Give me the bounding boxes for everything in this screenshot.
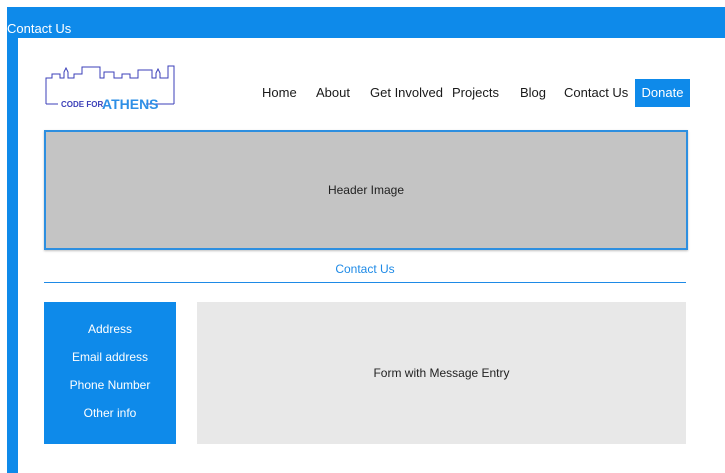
app-frame: Contact Us CODE FOR ATHENS Home About Ge…: [7, 7, 725, 473]
info-email: Email address: [71, 350, 149, 364]
nav-blog[interactable]: Blog: [520, 84, 546, 102]
section-title: Contact Us: [335, 262, 395, 276]
info-other: Other info: [83, 406, 137, 420]
nav-get-involved[interactable]: Get Involved: [370, 84, 443, 102]
nav-contact-us[interactable]: Contact Us: [564, 84, 628, 102]
info-address: Address: [87, 322, 133, 336]
message-form-placeholder[interactable]: Form with Message Entry: [197, 302, 686, 444]
header-image-label: Header Image: [327, 183, 405, 197]
donate-button[interactable]: Donate: [635, 79, 690, 107]
page-canvas: CODE FOR ATHENS Home About Get Involved …: [18, 38, 725, 473]
nav-home[interactable]: Home: [262, 84, 297, 102]
info-phone: Phone Number: [69, 378, 151, 392]
contact-info-panel: Address Email address Phone Number Other…: [44, 302, 176, 444]
main-nav: Home About Get Involved Projects Blog Co…: [18, 79, 725, 107]
nav-projects[interactable]: Projects: [452, 84, 499, 102]
section-divider: [44, 282, 686, 283]
window-title: Contact Us: [7, 21, 72, 36]
nav-about[interactable]: About: [316, 84, 350, 102]
header-image-placeholder: Header Image: [44, 130, 688, 250]
form-label: Form with Message Entry: [373, 366, 510, 380]
